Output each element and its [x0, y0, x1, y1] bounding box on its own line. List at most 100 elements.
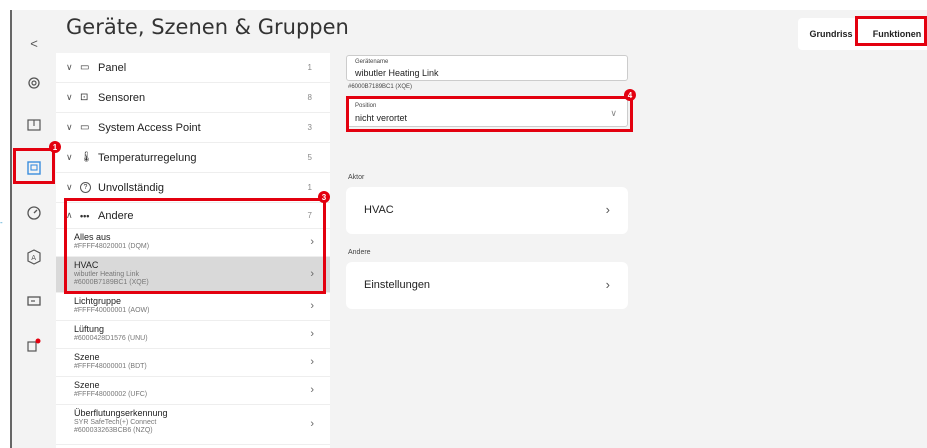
- thermometer-icon: 🌡: [80, 152, 93, 163]
- list-item[interactable]: Überflutungserkennung SYR SafeTech(+) Co…: [56, 405, 330, 445]
- chevron-down-icon: ∨: [66, 152, 73, 162]
- group-andere[interactable]: ∧ ••• Andere 7: [56, 203, 330, 229]
- chevron-right-icon: ›: [605, 277, 610, 292]
- field-value: wibutler Heating Link: [355, 68, 439, 78]
- card-label: HVAC: [364, 204, 394, 216]
- access-point-icon: ▭: [80, 122, 90, 133]
- group-label: Andere: [98, 209, 134, 222]
- device-name-field[interactable]: Gerätename wibutler Heating Link: [346, 55, 628, 81]
- more-icon: •••: [80, 210, 90, 221]
- field-label: Position: [355, 103, 377, 109]
- item-name: Überflutungserkennung: [74, 408, 168, 418]
- item-subtitle: wibutler Heating Link: [74, 271, 139, 278]
- left-frame: [0, 10, 10, 448]
- chevron-right-icon: ›: [310, 328, 314, 340]
- chevron-right-icon: ›: [310, 356, 314, 368]
- chevron-down-icon: ∨: [66, 62, 73, 72]
- question-icon: ?: [80, 182, 91, 193]
- sidebar-item-gauge[interactable]: [12, 198, 56, 228]
- group-count: 7: [307, 211, 312, 220]
- group-label: System Access Point: [98, 121, 201, 134]
- sidebar: < A: [10, 10, 56, 448]
- item-id: #6000B7189BC1 (XQE): [74, 279, 149, 286]
- panel-icon: [27, 296, 41, 306]
- sensor-icon: ⊡: [80, 92, 89, 103]
- automation-icon: A: [27, 249, 41, 265]
- annotation-badge-4: 4: [624, 89, 636, 101]
- back-chevron-icon: <: [30, 35, 38, 51]
- item-name: Alles aus: [74, 232, 111, 242]
- chevron-right-icon: ›: [310, 384, 314, 396]
- field-value: nicht verortet: [355, 113, 408, 123]
- group-unvollstaendig[interactable]: ∨ ? Unvollständig 1: [56, 173, 330, 203]
- sidebar-item-settings[interactable]: [12, 68, 56, 98]
- item-name: Lichtgruppe: [74, 296, 122, 306]
- group-label: Sensoren: [98, 91, 146, 104]
- tab-grundriss[interactable]: Grundriss: [798, 18, 864, 50]
- position-select[interactable]: Position nicht verortet ∨: [346, 97, 628, 127]
- chevron-right-icon: ›: [310, 300, 314, 312]
- list-item-selected[interactable]: HVAC wibutler Heating Link #6000B7189BC1…: [56, 257, 330, 293]
- device-list: ∨ ▭ Panel 1 ∨ ⊡ Sensoren 8 ∨ ▭ System Ac…: [56, 53, 330, 448]
- group-panel[interactable]: ∨ ▭ Panel 1: [56, 53, 330, 83]
- list-item[interactable]: Lüftung #6000428D1576 (UNU) ›: [56, 321, 330, 349]
- group-sensoren[interactable]: ∨ ⊡ Sensoren 8: [56, 83, 330, 113]
- settings-card[interactable]: Einstellungen ›: [346, 262, 628, 309]
- group-label: Unvollständig: [98, 181, 165, 194]
- page-title: Geräte, Szenen & Gruppen: [66, 15, 349, 39]
- sidebar-item-floorplan[interactable]: [12, 110, 56, 140]
- tab-funktionen[interactable]: Funktionen: [864, 18, 927, 50]
- group-count: 5: [307, 153, 312, 162]
- main-area: Geräte, Szenen & Gruppen Grundriss Funkt…: [56, 10, 927, 448]
- app-window: - < A Geräte, Szenen & Gruppen Grundriss…: [0, 0, 927, 448]
- devices-icon: [27, 161, 41, 175]
- chevron-down-icon: ∨: [66, 122, 73, 132]
- group-label: Temperaturregelung: [98, 151, 197, 164]
- hvac-card[interactable]: HVAC ›: [346, 187, 628, 234]
- chevron-right-icon: ›: [605, 202, 610, 217]
- section-aktor: Aktor: [348, 174, 365, 181]
- item-id: #FFFF48020001 (DQM): [74, 243, 150, 250]
- sidebar-item-devices[interactable]: [12, 153, 56, 183]
- view-tabs: Grundriss Funktionen: [798, 18, 927, 50]
- list-item[interactable]: Alles aus #FFFF48020001 (DQM) ›: [56, 229, 330, 257]
- chevron-right-icon: ›: [310, 418, 314, 430]
- card-label: Einstellungen: [364, 279, 431, 291]
- sidebar-item-notifications[interactable]: [12, 330, 56, 360]
- item-name: HVAC: [74, 260, 99, 270]
- chevron-up-icon: ∧: [66, 210, 73, 220]
- list-item[interactable]: Szene #FFFF48000002 (UFC) ›: [56, 377, 330, 405]
- chevron-down-icon: ∨: [610, 108, 617, 118]
- chevron-right-icon: ›: [310, 236, 314, 248]
- list-item[interactable]: Szene #FFFF48000001 (BDT) ›: [56, 349, 330, 377]
- group-system-access-point[interactable]: ∨ ▭ System Access Point 3: [56, 113, 330, 143]
- back-button[interactable]: <: [12, 28, 56, 58]
- chevron-down-icon: ∨: [66, 92, 73, 102]
- sidebar-item-automation[interactable]: A: [12, 242, 56, 272]
- chevron-down-icon: ∨: [66, 182, 73, 192]
- top-border: [0, 0, 927, 10]
- item-name: Szene: [74, 380, 100, 390]
- chevron-right-icon: ›: [310, 268, 314, 280]
- notification-icon: [27, 338, 41, 352]
- group-count: 1: [307, 63, 312, 72]
- svg-text:A: A: [31, 254, 36, 262]
- gear-icon: [28, 77, 40, 89]
- group-count: 8: [307, 93, 312, 102]
- group-temperaturregelung[interactable]: ∨ 🌡 Temperaturregelung 5: [56, 143, 330, 173]
- item-id: #FFFF40000001 (AOW): [74, 307, 150, 314]
- gauge-icon: [27, 206, 41, 220]
- item-name: Lüftung: [74, 324, 105, 334]
- list-item[interactable]: Lichtgruppe #FFFF40000001 (AOW) ›: [56, 293, 330, 321]
- field-label: Gerätename: [355, 59, 389, 65]
- item-id: #600033263BCB6 (NZQ): [74, 427, 153, 434]
- edge-marker: -: [0, 218, 8, 227]
- item-id: #FFFF48000002 (UFC): [74, 391, 148, 398]
- device-id-text: #6000B7189BC1 (XQE): [348, 84, 413, 90]
- sidebar-item-panel[interactable]: [12, 286, 56, 316]
- section-andere: Andere: [348, 249, 371, 256]
- detail-panel: Gerätename wibutler Heating Link #6000B7…: [340, 53, 927, 448]
- floorplan-icon: [27, 119, 41, 131]
- item-id: #6000428D1576 (UNU): [74, 335, 148, 342]
- group-count: 1: [307, 183, 312, 192]
